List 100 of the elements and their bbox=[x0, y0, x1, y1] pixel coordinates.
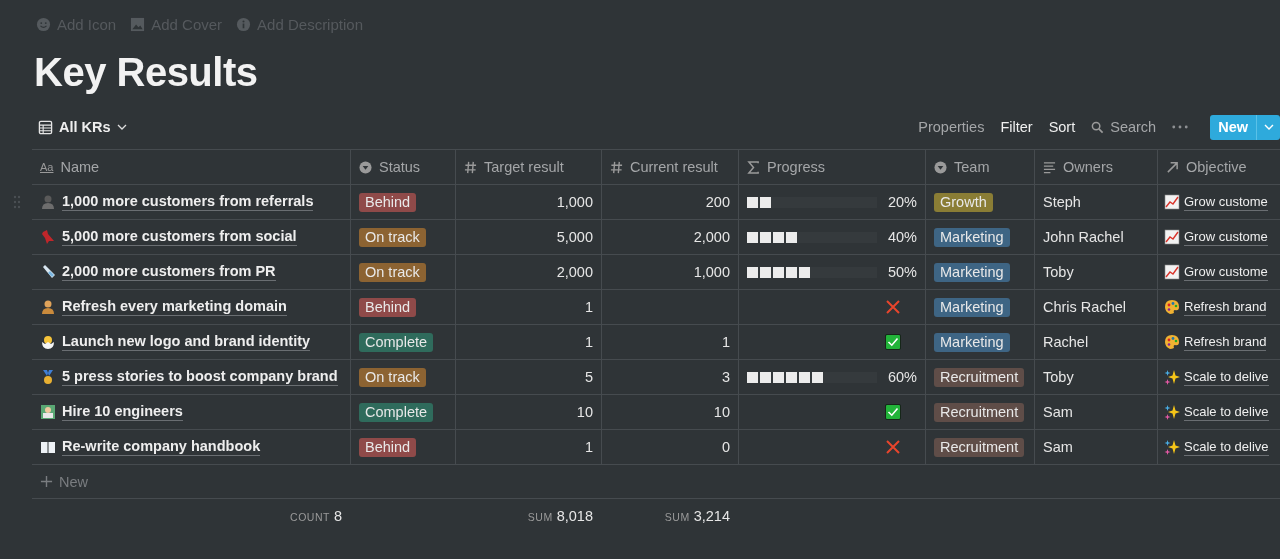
relation-link[interactable]: Scale to delive bbox=[1184, 368, 1269, 386]
column-calculation[interactable]: SUM 8,018 bbox=[527, 508, 593, 524]
table-cell: 0 bbox=[721, 439, 730, 455]
table-cell: 1,000 bbox=[693, 264, 730, 280]
palette-icon bbox=[1164, 334, 1180, 350]
column-header[interactable]: Objective bbox=[1157, 150, 1280, 184]
progress-percent: 20% bbox=[887, 194, 917, 210]
table-cell: 200 bbox=[705, 194, 730, 210]
column-header[interactable]: Aa Name bbox=[32, 150, 350, 184]
relation-link[interactable]: Scale to delive bbox=[1184, 438, 1269, 456]
search-button[interactable]: Search bbox=[1091, 119, 1157, 135]
row-title[interactable]: 2,000 more customers from PR bbox=[62, 263, 276, 281]
plus-icon bbox=[40, 475, 53, 488]
chart-icon bbox=[1164, 264, 1180, 280]
status-tag: Behind bbox=[359, 297, 417, 317]
status-tag: Behind bbox=[359, 437, 417, 457]
row-title[interactable]: 1,000 more customers from referrals bbox=[62, 193, 314, 211]
check-icon bbox=[885, 404, 901, 420]
column-label: Target result bbox=[484, 159, 564, 175]
search-icon bbox=[1091, 120, 1105, 134]
team-tag: Marketing bbox=[934, 262, 1010, 282]
status-tag: On track bbox=[359, 262, 426, 282]
table-cell: Toby bbox=[1043, 369, 1074, 385]
dropdown-icon bbox=[359, 160, 372, 174]
more-icon[interactable] bbox=[1172, 125, 1189, 129]
table-cell: John Rachel bbox=[1043, 229, 1124, 245]
column-calculation[interactable]: COUNT 8 bbox=[290, 508, 342, 524]
row-title[interactable]: Launch new logo and brand identity bbox=[62, 333, 311, 351]
test-tube-icon bbox=[40, 264, 56, 280]
relation-link[interactable]: Grow custome bbox=[1184, 193, 1268, 211]
chart-icon bbox=[1164, 194, 1180, 210]
column-header[interactable]: Team bbox=[925, 150, 1034, 184]
column-label: Objective bbox=[1186, 159, 1247, 175]
row-title[interactable]: Hire 10 engineers bbox=[62, 403, 183, 421]
column-label: Progress bbox=[767, 159, 826, 175]
column-label: Team bbox=[954, 159, 990, 175]
table-cell: Chris Rachel bbox=[1043, 299, 1126, 315]
table-cell: 5,000 bbox=[556, 229, 593, 245]
caret-icon bbox=[1263, 124, 1274, 130]
table-cell: Sam bbox=[1043, 439, 1073, 455]
caret-icon bbox=[116, 124, 127, 130]
arrow-icon bbox=[1166, 160, 1179, 174]
team-tag: Growth bbox=[934, 192, 993, 212]
table-cell: Rachel bbox=[1043, 334, 1089, 350]
table-cell: 2,000 bbox=[693, 229, 730, 245]
column-calculation[interactable]: SUM 3,214 bbox=[664, 508, 730, 524]
medal-icon bbox=[40, 369, 56, 385]
sparkle-icon bbox=[1164, 439, 1180, 455]
view-selector[interactable]: All KRs bbox=[38, 119, 127, 135]
chart-icon bbox=[1164, 229, 1180, 245]
progress-percent: 50% bbox=[887, 264, 917, 280]
row-title[interactable]: 5 press stories to boost company brand bbox=[62, 368, 338, 386]
table-cell: 2,000 bbox=[556, 264, 593, 280]
relation-link[interactable]: Grow custome bbox=[1184, 263, 1268, 281]
toolbar-button[interactable]: Properties bbox=[918, 119, 985, 135]
table-cell: Toby bbox=[1043, 264, 1074, 280]
table-cell: 1 bbox=[584, 334, 593, 350]
info-icon bbox=[236, 16, 252, 32]
sparkle-icon bbox=[1164, 369, 1180, 385]
column-header[interactable]: Owners bbox=[1034, 150, 1157, 184]
sigma-icon bbox=[747, 160, 760, 174]
cross-icon bbox=[885, 299, 901, 315]
person-icon bbox=[40, 194, 56, 210]
relation-link[interactable]: Refresh brand bbox=[1184, 333, 1267, 351]
book-icon bbox=[40, 439, 56, 455]
toolbar-button[interactable]: Filter bbox=[1000, 119, 1033, 135]
table-cell: 10 bbox=[713, 404, 730, 420]
column-header[interactable]: Target result bbox=[455, 150, 601, 184]
table-cell: Steph bbox=[1043, 194, 1081, 210]
team-tag: Marketing bbox=[934, 297, 1010, 317]
row-title[interactable]: Re-write company handbook bbox=[62, 438, 261, 456]
page-title: Key Results bbox=[34, 50, 259, 94]
dropdown-icon bbox=[934, 160, 947, 174]
palette-icon bbox=[1164, 299, 1180, 315]
column-label: Current result bbox=[630, 159, 718, 175]
status-tag: On track bbox=[359, 227, 426, 247]
chick-icon bbox=[40, 334, 56, 350]
lines-icon bbox=[1043, 160, 1056, 174]
column-header[interactable]: Current result bbox=[601, 150, 738, 184]
team-tag: Recruitment bbox=[934, 402, 1025, 422]
relation-link[interactable]: Grow custome bbox=[1184, 228, 1268, 246]
row-title[interactable]: Refresh every marketing domain bbox=[62, 298, 287, 316]
team-tag: Marketing bbox=[934, 332, 1010, 352]
table-icon bbox=[38, 119, 53, 135]
toolbar-button[interactable]: Sort bbox=[1048, 119, 1076, 135]
smiley-icon bbox=[36, 16, 51, 32]
column-label: Owners bbox=[1063, 159, 1113, 175]
person-laptop-icon bbox=[40, 404, 56, 420]
table-cell: 1 bbox=[721, 334, 730, 350]
check-icon bbox=[885, 334, 901, 350]
relation-link[interactable]: Refresh brand bbox=[1184, 298, 1267, 316]
hash-icon bbox=[464, 160, 477, 174]
column-label: Name bbox=[60, 159, 100, 175]
relation-link[interactable]: Scale to delive bbox=[1184, 403, 1269, 421]
column-header[interactable]: Progress bbox=[738, 150, 925, 184]
table-cell: 1 bbox=[584, 299, 593, 315]
column-header[interactable]: Status bbox=[350, 150, 455, 184]
text-type-icon: Aa bbox=[40, 161, 54, 173]
drag-handle-icon[interactable] bbox=[13, 195, 21, 209]
row-title[interactable]: 5,000 more customers from social bbox=[62, 228, 297, 246]
